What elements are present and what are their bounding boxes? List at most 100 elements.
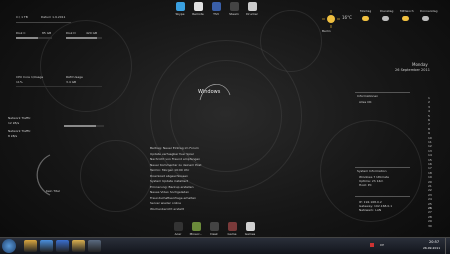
calendar-day: 19 (428, 175, 432, 180)
top-dock-item[interactable]: Skype (172, 2, 188, 16)
tray-flag-icon[interactable] (370, 243, 374, 247)
top-dock-label: Remote (192, 12, 204, 16)
feed-line[interactable]: Termin: Morgen 10:00 Uhr (150, 169, 189, 172)
drive2-bar (66, 37, 102, 39)
network-line: Netzwerk: LAN (359, 208, 382, 212)
bottom-dock-item[interactable]: Game (224, 222, 240, 236)
calendar-day: 18 (428, 170, 432, 175)
info-title: Informationen (357, 94, 379, 98)
tray-time[interactable]: 20:57 (429, 240, 439, 245)
generic-taskbar-icon[interactable] (88, 240, 101, 252)
bottom-dock: Acer Minecr... Desk Game Games (170, 222, 270, 236)
ram-value: 3.4 GB (66, 80, 77, 84)
net-value: 12 kB/s (8, 121, 20, 125)
feed-line[interactable]: Erinnerung: Backup erstellen (150, 185, 194, 189)
feed-line[interactable]: Nachricht von Freund empfangen (150, 158, 200, 161)
calendar-day: 21 (428, 184, 432, 188)
sysinfo-line: Host: PC (359, 183, 372, 187)
chrome-taskbar-icon[interactable] (40, 240, 53, 252)
calendar-day: 5 (428, 113, 430, 118)
sysinfo-title: System Information (357, 169, 387, 173)
top-dock-item[interactable]: Remote (190, 2, 206, 16)
drive1-bar (16, 37, 52, 39)
taskbar: DE 20:57 26.09.2011 (0, 237, 450, 254)
media-taskbar-icon[interactable] (56, 240, 69, 252)
bottom-dock-item[interactable]: Acer (170, 222, 186, 236)
date-weekday: Monday (412, 62, 428, 67)
net2-label: Network Traffic (8, 129, 31, 133)
calendar-day: 16 (428, 162, 432, 166)
date-full: 26 September 2011 (395, 68, 430, 72)
ram-label: RAM Usage (66, 75, 83, 79)
explorer-taskbar-icon[interactable] (24, 240, 37, 252)
bottom-dock-item[interactable]: Desk (206, 222, 222, 236)
calendar-day: 14 (428, 153, 432, 158)
drive2-size: 420 GB (86, 31, 98, 35)
weather-day-label: Donnerstag (420, 9, 438, 13)
feed-line[interactable]: Server wieder online (150, 202, 181, 205)
calendar-day: 6 (428, 118, 430, 122)
header-date: Datum 1.9.2011 (41, 15, 66, 19)
net2-value: 8 kB/s (8, 134, 18, 138)
drive1-bar-fill (16, 37, 38, 39)
drive2-bar-fill (66, 37, 97, 39)
calendar-day: 8 (428, 126, 430, 131)
tray-date[interactable]: 26.09.2011 (423, 247, 440, 250)
calendar-day: 30 (428, 223, 432, 228)
calendar-day: 3 (428, 104, 430, 109)
bottom-dock-item[interactable]: Games (242, 222, 258, 236)
network-panel: IP: 192.168.0.2 Gateway: 192.168.0.1 Net… (355, 196, 410, 219)
divider (16, 86, 102, 87)
top-dock-label: Drucker (246, 12, 258, 16)
net-bar-fill (64, 125, 96, 127)
show-desktop-button[interactable] (445, 238, 450, 254)
net-label: Network Traffic (8, 116, 31, 120)
calendar-day: 10 (428, 135, 432, 140)
cloud-icon (422, 16, 429, 21)
top-dock-item[interactable]: Drucker (244, 2, 260, 16)
calendar-day: 17 (428, 166, 432, 171)
bottom-dock-item[interactable]: Minecr... (188, 222, 204, 236)
feed-line[interactable]: Update verfuegbar fuer Spiel (150, 152, 194, 156)
ts3-icon (211, 2, 221, 11)
calendar-day: 23 (428, 192, 432, 197)
calendar-day: 11 (428, 140, 432, 144)
calendar-day: 13 (428, 148, 432, 153)
tray-lang[interactable]: DE (380, 244, 384, 247)
bottom-dock-label: Desk (210, 232, 218, 236)
calendar-day: 7 (428, 122, 430, 127)
top-dock-item[interactable]: TS3 (208, 2, 224, 16)
calendar-day: 26 (428, 206, 432, 210)
feed-line[interactable]: System Update installiert (150, 180, 188, 183)
info-panel: Informationen Alles OK (355, 92, 410, 107)
drive1-label: Disk C (16, 31, 26, 35)
feed-line[interactable]: Download abgeschlossen (150, 174, 188, 178)
top-dock-label: Skype (175, 12, 185, 16)
weather-day-label: Mittwoch (400, 9, 414, 13)
feed-line[interactable]: Wochenbericht erstellt (150, 207, 184, 211)
weather-city: Berlin (322, 29, 331, 33)
drucker-icon (247, 2, 257, 11)
calendar-day: 4 (428, 109, 430, 114)
calendar-day: 15 (428, 157, 432, 162)
calendar-day: 22 (428, 188, 432, 193)
bottom-dock-label: Acer (174, 232, 182, 236)
feed-line[interactable]: Neues Video hochgeladen (150, 191, 189, 194)
weather-day-label: Dienstag (380, 9, 394, 13)
drive2-label: Disk D (66, 31, 76, 35)
feed-line[interactable]: Beitrag: Neuer Eintrag im Forum (150, 147, 199, 150)
folder-taskbar-icon[interactable] (72, 240, 85, 252)
calendar-day: 1 (428, 96, 430, 100)
desk-icon (209, 222, 219, 231)
top-dock-item[interactable]: Steam (226, 2, 242, 16)
minecr-icon (191, 222, 201, 231)
feed-line[interactable]: Freundschaftsanfrage erhalten (150, 196, 196, 200)
feed-line[interactable]: Neuer Kommentar zu deinem Post (150, 163, 201, 167)
now-playing: Kein Titel (46, 189, 60, 193)
calendar-day: 29 (428, 219, 432, 224)
calendar-day: 24 (428, 197, 432, 202)
calendar-day: 28 (428, 214, 432, 219)
top-dock: Skype Remote TS3 Steam Drucker (172, 2, 272, 20)
start-button[interactable] (2, 239, 16, 253)
top-dock-label: TS3 (213, 12, 219, 16)
